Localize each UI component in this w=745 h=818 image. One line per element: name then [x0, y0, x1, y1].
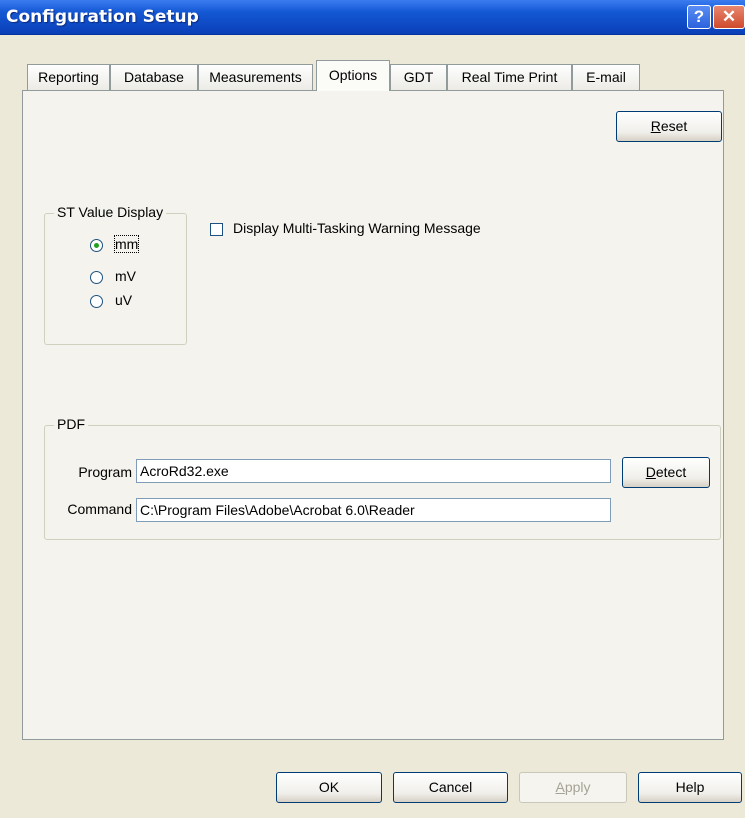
tab-measurements[interactable]: Measurements: [198, 64, 313, 90]
tab-gdt[interactable]: GDT: [390, 64, 447, 90]
close-icon[interactable]: ✕: [713, 5, 745, 29]
radio-mm-label[interactable]: mm: [113, 235, 140, 253]
radio-mm[interactable]: [90, 239, 103, 252]
reset-button[interactable]: Reset: [616, 111, 722, 142]
options-tab-panel: [22, 90, 724, 740]
help-button[interactable]: Help: [638, 772, 742, 803]
tab-email[interactable]: E-mail: [572, 64, 640, 90]
ok-button[interactable]: OK: [276, 772, 382, 803]
cancel-button[interactable]: Cancel: [393, 772, 508, 803]
title-bar: Configuration Setup ? ✕: [0, 0, 745, 35]
multitask-warning-checkbox[interactable]: [210, 223, 223, 236]
st-value-display-legend: ST Value Display: [54, 204, 167, 220]
tab-reporting[interactable]: Reporting: [27, 64, 110, 90]
window-title: Configuration Setup: [6, 7, 199, 27]
command-label: Command: [67, 501, 132, 517]
help-icon[interactable]: ?: [687, 5, 711, 29]
program-label: Program: [78, 464, 132, 480]
apply-button[interactable]: Apply: [519, 772, 627, 803]
radio-mv[interactable]: [90, 271, 103, 284]
radio-uv-label[interactable]: uV: [115, 292, 132, 308]
pdf-legend: PDF: [54, 416, 88, 432]
radio-mv-label[interactable]: mV: [115, 268, 136, 284]
radio-uv[interactable]: [90, 295, 103, 308]
detect-button[interactable]: Detect: [622, 457, 710, 488]
tab-options[interactable]: Options: [316, 60, 390, 91]
program-field[interactable]: AcroRd32.exe: [136, 459, 611, 483]
multitask-warning-label[interactable]: Display Multi-Tasking Warning Message: [233, 220, 481, 236]
tab-real-time-print[interactable]: Real Time Print: [447, 64, 572, 90]
tab-database[interactable]: Database: [110, 64, 198, 90]
command-field[interactable]: C:\Program Files\Adobe\Acrobat 6.0\Reade…: [136, 498, 611, 522]
